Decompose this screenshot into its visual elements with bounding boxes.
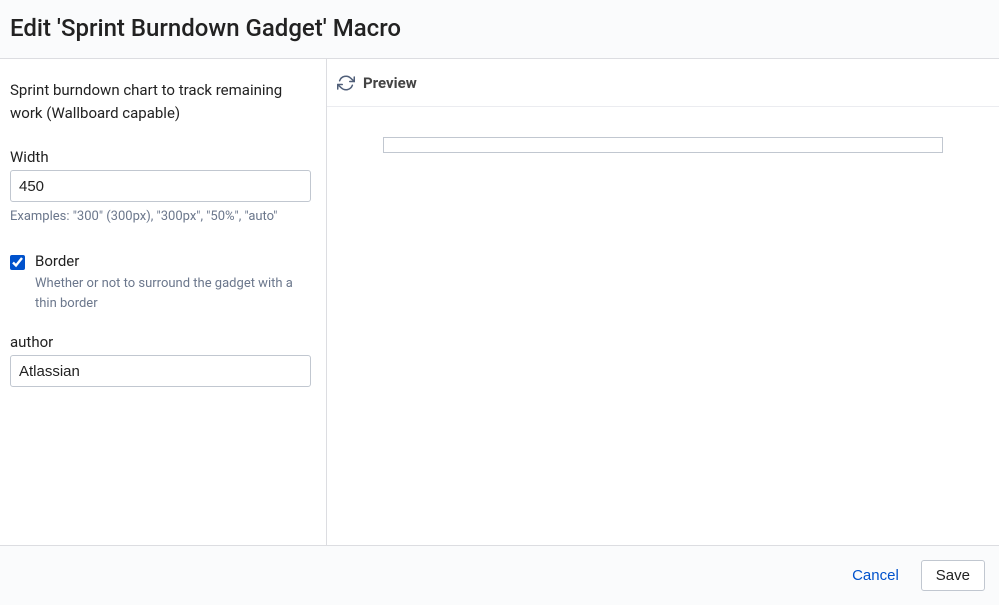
width-input[interactable]	[10, 170, 311, 202]
author-input[interactable]	[10, 355, 311, 387]
dialog-footer: Cancel Save	[0, 545, 999, 605]
border-text: Border Whether or not to surround the ga…	[35, 252, 311, 313]
save-button[interactable]: Save	[921, 560, 985, 591]
dialog-title: Edit 'Sprint Burndown Gadget' Macro	[10, 14, 989, 42]
author-field: author	[10, 333, 311, 387]
configuration-panel: Sprint burndown chart to track remaining…	[0, 59, 327, 545]
width-label: Width	[10, 148, 311, 166]
preview-panel: Preview	[327, 59, 999, 545]
preview-body	[327, 107, 999, 545]
border-field: Border Whether or not to surround the ga…	[10, 252, 311, 313]
refresh-icon[interactable]	[337, 74, 355, 92]
author-label: author	[10, 333, 311, 351]
dialog-header: Edit 'Sprint Burndown Gadget' Macro	[0, 0, 999, 59]
preview-header: Preview	[327, 59, 999, 107]
border-label: Border	[35, 252, 311, 270]
border-description: Whether or not to surround the gadget wi…	[35, 274, 311, 313]
preview-placeholder	[383, 137, 943, 153]
preview-title: Preview	[363, 74, 417, 92]
width-help-text: Examples: "300" (300px), "300px", "50%",…	[10, 208, 311, 226]
width-field: Width Examples: "300" (300px), "300px", …	[10, 148, 311, 226]
macro-description: Sprint burndown chart to track remaining…	[10, 79, 311, 124]
border-checkbox[interactable]	[10, 255, 25, 270]
dialog-body: Sprint burndown chart to track remaining…	[0, 59, 999, 545]
cancel-button[interactable]: Cancel	[842, 561, 909, 590]
